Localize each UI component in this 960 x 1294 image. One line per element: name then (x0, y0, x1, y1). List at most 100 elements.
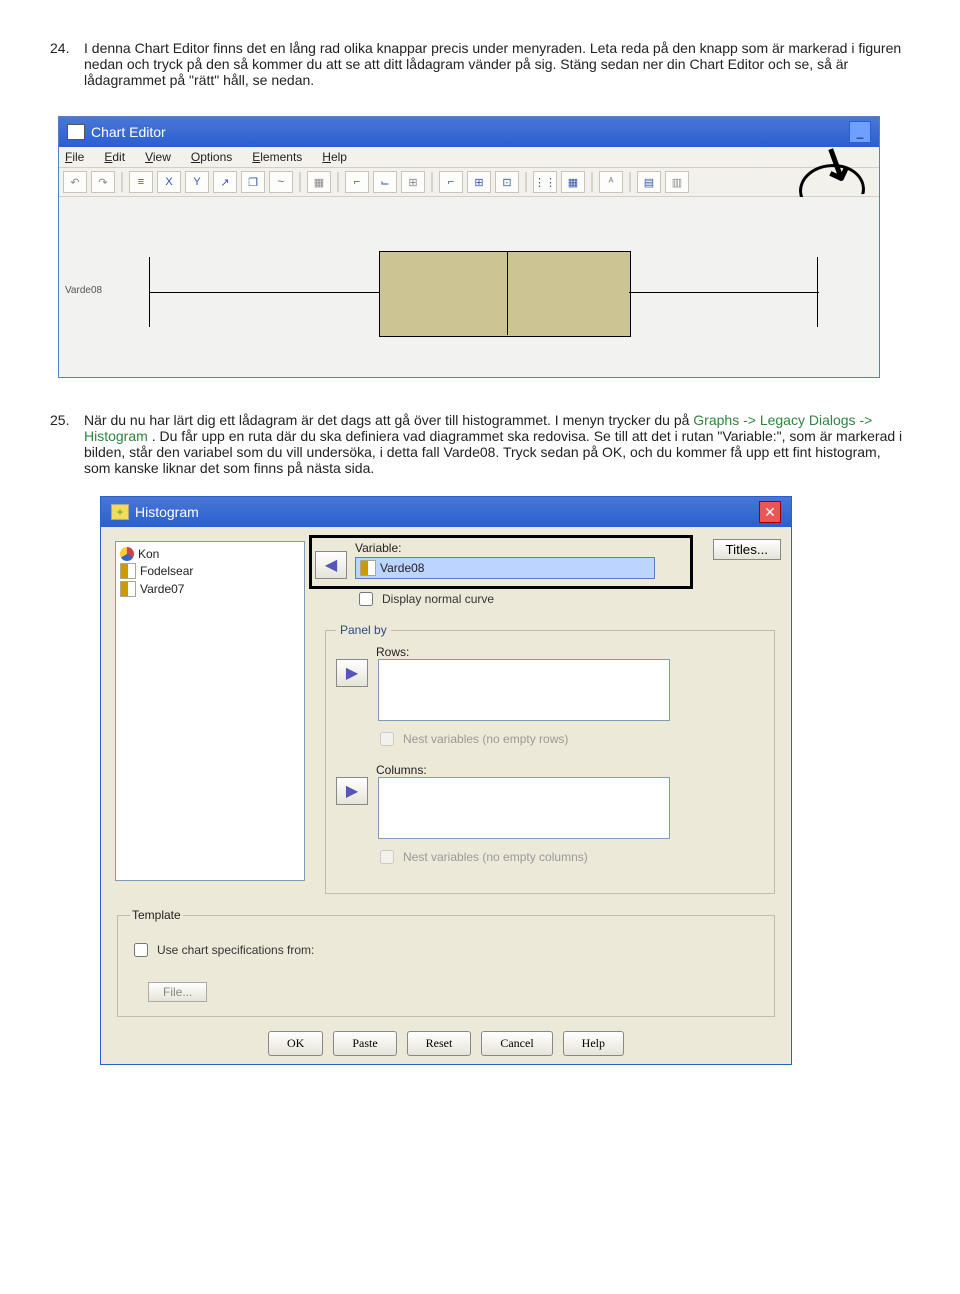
list-item[interactable]: Varde07 (120, 580, 300, 598)
histogram-title: Histogram (135, 504, 199, 520)
toolbar-fit-icon[interactable]: ❐ (241, 171, 265, 193)
cols-field[interactable] (378, 777, 670, 839)
whisker-cap-right (817, 257, 818, 327)
checkbox-icon[interactable] (359, 592, 373, 606)
checkbox-icon[interactable] (134, 943, 148, 957)
step-num: 25. (50, 412, 76, 476)
toolbar-l2-icon[interactable]: ⌙ (373, 171, 397, 193)
toolbar-last-icon[interactable]: ▥ (665, 171, 689, 193)
variable-field-value: Varde08 (380, 561, 424, 575)
definition-column: Titles... ◀ Variable: Varde08 Display no (315, 541, 777, 894)
template-legend: Template (130, 908, 183, 922)
paste-button[interactable]: Paste (333, 1031, 396, 1056)
toolbar-arrow-icon[interactable]: ↗ (213, 171, 237, 193)
toolbar-l3-icon[interactable]: ⌐ (439, 171, 463, 193)
toolbar-ab-icon[interactable]: ᴬ (599, 171, 623, 193)
minimize-button[interactable]: _ (849, 121, 871, 143)
chart-editor-toolbar: ↘ ↶ ↷ ≡ X Y ↗ ❐ ~ ▦ ⌐ ⌙ ⊞ ⌐ ⊞ ⊡ ⋮⋮ ▦ ᴬ ▤… (59, 168, 879, 197)
source-variable-list[interactable]: Kon Fodelsear Varde07 (115, 541, 305, 881)
toolbar-x-icon[interactable]: X (157, 171, 181, 193)
step-25-text-b: . Du får upp en ruta där du ska definier… (84, 428, 902, 476)
display-normal-checkbox[interactable]: Display normal curve (355, 589, 777, 609)
chart-editor-menubar: File Edit View Options Elements Help (59, 147, 879, 168)
toolbar-box-icon[interactable]: ⊡ (495, 171, 519, 193)
move-variable-button[interactable]: ◀ (315, 551, 347, 579)
step-24-text: I denna Chart Editor finns det en lång r… (84, 40, 910, 88)
boxplot (149, 237, 819, 347)
step-25-text-a: När du nu har lärt dig ett lådagram är d… (84, 412, 693, 428)
rows-field[interactable] (378, 659, 670, 721)
move-rows-button[interactable]: ▶ (336, 659, 368, 687)
toolbar-props-icon[interactable]: ≡ (129, 171, 153, 193)
chart-editor-window: Chart Editor _ File Edit View Options El… (58, 116, 880, 378)
scale-icon (360, 560, 376, 576)
nest-cols-checkbox: Nest variables (no empty columns) (376, 847, 764, 867)
nominal-icon (120, 547, 134, 561)
scale-icon (120, 563, 136, 579)
menu-options[interactable]: Options (191, 150, 232, 164)
dialog-buttons: OK Paste Reset Cancel Help (115, 1031, 777, 1056)
toolbar-transpose-icon[interactable]: ▤ (637, 171, 661, 193)
nest-rows-label: Nest variables (no empty rows) (403, 732, 568, 746)
menu-file[interactable]: File (65, 150, 84, 164)
chart-editor-title: Chart Editor (91, 124, 166, 140)
variable-label: Variable: (355, 541, 655, 555)
toolbar-gridv-icon[interactable]: ⋮⋮ (533, 171, 557, 193)
histogram-icon: + (111, 504, 129, 520)
file-button: File... (148, 982, 207, 1002)
step-25: 25. När du nu har lärt dig ett lådagram … (50, 412, 910, 476)
panel-by-fieldset: Panel by Rows: ▶ Nest variables (no empt… (325, 623, 775, 894)
checkbox-icon (380, 732, 394, 746)
chart-editor-titlebar: Chart Editor _ (59, 117, 879, 147)
whisker-line-right (629, 292, 819, 293)
toolbar-gridh-icon[interactable]: ▦ (561, 171, 585, 193)
toolbar-frame-icon[interactable]: ⊞ (467, 171, 491, 193)
move-cols-button[interactable]: ▶ (336, 777, 368, 805)
toolbar-undo-icon[interactable]: ↶ (63, 171, 87, 193)
cancel-button[interactable]: Cancel (481, 1031, 552, 1056)
histogram-dialog: + Histogram ✕ Kon Fodelsear Varde07 (100, 496, 792, 1065)
toolbar-redo-icon[interactable]: ↷ (91, 171, 115, 193)
list-item[interactable]: Fodelsear (120, 562, 300, 580)
variable-field[interactable]: Varde08 (355, 557, 655, 579)
help-button[interactable]: Help (563, 1031, 624, 1056)
var-label: Varde07 (140, 582, 184, 596)
scale-icon (120, 581, 136, 597)
nest-cols-label: Nest variables (no empty columns) (403, 850, 588, 864)
chart-editor-canvas: Varde08 (59, 197, 879, 377)
reset-button[interactable]: Reset (407, 1031, 472, 1056)
display-normal-label: Display normal curve (382, 592, 494, 606)
boxplot-axis-label: Varde08 (65, 285, 102, 296)
toolbar-l-icon[interactable]: ⌐ (345, 171, 369, 193)
var-label: Fodelsear (140, 564, 193, 578)
histogram-titlebar: + Histogram ✕ (101, 497, 791, 527)
toolbar-y-icon[interactable]: Y (185, 171, 209, 193)
ok-button[interactable]: OK (268, 1031, 323, 1056)
template-checkbox[interactable]: Use chart specifications from: (130, 940, 762, 960)
toolbar-grid2-icon[interactable]: ⊞ (401, 171, 425, 193)
histogram-body: Kon Fodelsear Varde07 Titles... ◀ (101, 527, 791, 1064)
menu-view[interactable]: View (145, 150, 171, 164)
chart-editor-icon (67, 124, 85, 140)
close-button[interactable]: ✕ (759, 501, 781, 523)
rows-label: Rows: (376, 645, 409, 659)
list-item[interactable]: Kon (120, 546, 300, 562)
toolbar-grid-icon[interactable]: ▦ (307, 171, 331, 193)
template-checkbox-label: Use chart specifications from: (157, 943, 314, 957)
var-label: Kon (138, 547, 159, 561)
toolbar-curve-icon[interactable]: ~ (269, 171, 293, 193)
step-24: 24. I denna Chart Editor finns det en lå… (50, 40, 910, 88)
nest-rows-checkbox: Nest variables (no empty rows) (376, 729, 764, 749)
boxplot-median (507, 251, 508, 335)
boxplot-box (379, 251, 631, 337)
cols-label: Columns: (376, 763, 427, 777)
menu-edit[interactable]: Edit (104, 150, 125, 164)
menu-elements[interactable]: Elements (252, 150, 302, 164)
step-25-text: När du nu har lärt dig ett lådagram är d… (84, 412, 910, 476)
panel-by-legend: Panel by (336, 623, 391, 637)
step-num: 24. (50, 40, 76, 88)
checkbox-icon (380, 850, 394, 864)
menu-help[interactable]: Help (322, 150, 347, 164)
template-fieldset: Template Use chart specifications from: … (117, 908, 775, 1017)
whisker-line-left (149, 292, 379, 293)
